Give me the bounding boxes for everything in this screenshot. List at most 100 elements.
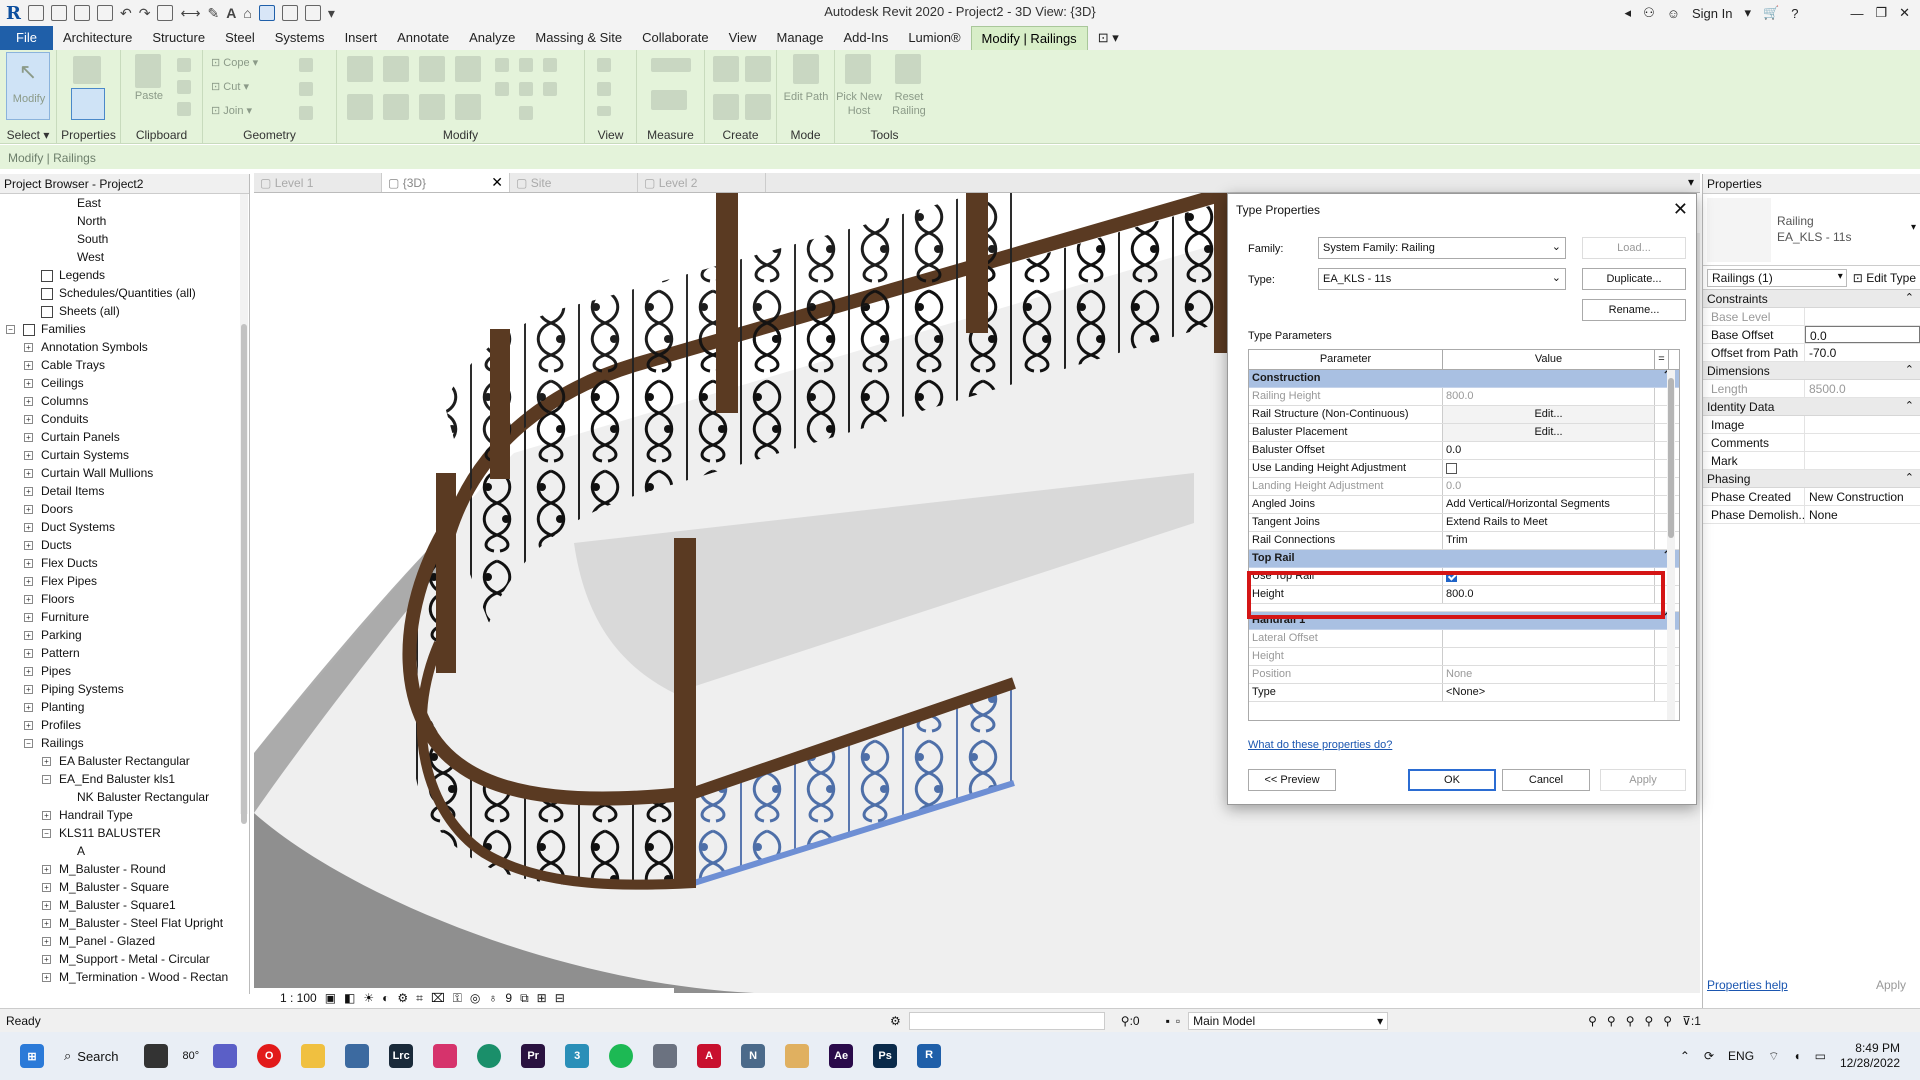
detail-level-icon[interactable]: ▣ [325, 991, 336, 1005]
select-by-face-icon[interactable]: ⚲ [1645, 1014, 1654, 1028]
duplicate-button[interactable]: Duplicate... [1582, 268, 1686, 290]
battery-icon[interactable]: ▭ [1815, 1049, 1826, 1063]
browser-item-families[interactable]: − Families [0, 320, 240, 338]
collapse-icon[interactable]: − [42, 829, 51, 839]
grid-section-construction[interactable]: Construction [1249, 370, 1679, 388]
browser-item-ceilings[interactable]: + Ceilings [0, 374, 240, 392]
edit-path-icon[interactable] [793, 54, 819, 84]
cope-button[interactable]: ⊡ Cope ▾ [211, 56, 281, 69]
tab-manage[interactable]: Manage [767, 26, 834, 50]
expand-icon[interactable]: + [24, 559, 33, 569]
contextual-tab-toggle-icon[interactable]: ⊡ ▾ [1088, 26, 1129, 50]
minimize-icon[interactable]: — [1850, 6, 1863, 21]
media-player-icon[interactable] [785, 1044, 810, 1068]
browser-item-ea-baluster-rectangular[interactable]: + EA Baluster Rectangular [0, 752, 240, 770]
clock[interactable]: 8:49 PM 12/28/2022 [1840, 1041, 1900, 1071]
property-row-image[interactable]: Image [1703, 416, 1920, 434]
create-group-icon[interactable] [713, 94, 739, 120]
split-gap-icon[interactable] [519, 58, 533, 72]
property-row-comments[interactable]: Comments [1703, 434, 1920, 452]
expand-icon[interactable]: + [42, 919, 51, 929]
expand-icon[interactable]: + [24, 631, 33, 641]
browser-item-cable-trays[interactable]: + Cable Trays [0, 356, 240, 374]
property-value[interactable]: -70.0 [1805, 344, 1920, 361]
select-underlay-icon[interactable]: ⚲ [1607, 1014, 1616, 1028]
apply-button[interactable]: Apply [1600, 769, 1686, 791]
expand-icon[interactable]: + [24, 541, 33, 551]
checkbox[interactable] [1446, 462, 1457, 474]
tab-architecture[interactable]: Architecture [53, 26, 142, 50]
grid-row-baluster-placement[interactable]: Baluster Placement Edit... [1249, 424, 1679, 442]
expand-icon[interactable]: + [24, 379, 33, 389]
view-scale[interactable]: 1 : 100 [280, 991, 317, 1005]
browser-item-west[interactable]: West [0, 248, 240, 266]
expand-icon[interactable]: + [24, 451, 33, 461]
highlight-displacement-icon[interactable]: ⊞ [537, 991, 547, 1005]
trim-extend-icon[interactable] [455, 94, 481, 120]
property-row-offset-from-path[interactable]: Offset from Path -70.0 [1703, 344, 1920, 362]
browser-item-floors[interactable]: + Floors [0, 590, 240, 608]
windows-start-icon[interactable]: ⊞ [20, 1044, 44, 1068]
browser-item-piping-systems[interactable]: + Piping Systems [0, 680, 240, 698]
parameter-value[interactable]: Trim [1443, 532, 1655, 549]
undo-icon[interactable]: ↶ [120, 5, 132, 22]
tab-collaborate[interactable]: Collaborate [632, 26, 719, 50]
view-tab-level-2[interactable]: ▢ Level 2 [638, 173, 766, 192]
dimension-icon[interactable] [651, 90, 687, 110]
copy-clipboard-icon[interactable] [177, 80, 191, 94]
join-button[interactable]: ⊡ Join ▾ [211, 104, 281, 117]
grid-scrollbar[interactable] [1667, 370, 1675, 720]
search-arrow-icon[interactable]: ◂ [1625, 5, 1632, 21]
open-icon[interactable] [50, 5, 67, 21]
rename-button[interactable]: Rename... [1582, 299, 1686, 321]
expand-icon[interactable]: + [42, 865, 51, 875]
select-links-icon[interactable]: ⚲ [1588, 1014, 1597, 1028]
revit-logo[interactable]: R [6, 3, 21, 24]
view-tab-level-1[interactable]: ▢ Level 1 [254, 173, 382, 192]
workset-select[interactable] [908, 1011, 1105, 1030]
print-icon[interactable] [157, 5, 174, 21]
tab-analyze[interactable]: Analyze [459, 26, 525, 50]
editable-only-icon[interactable]: ▪ [1166, 1014, 1170, 1028]
browser-item-sheets-all[interactable]: Sheets (all) [0, 302, 240, 320]
properties-section-constraints[interactable]: Constraints [1703, 290, 1920, 308]
property-row-base-level[interactable]: Base Level [1703, 308, 1920, 326]
parameter-value[interactable]: <None> [1443, 684, 1655, 701]
match-properties-icon[interactable] [177, 102, 191, 116]
sync-tray-icon[interactable]: ⟳ [1704, 1049, 1714, 1063]
close-window-icon[interactable]: ✕ [1899, 5, 1910, 21]
sun-path-icon[interactable]: ☀ [363, 991, 374, 1005]
scale-icon[interactable] [495, 82, 509, 96]
expand-icon[interactable]: + [42, 811, 51, 821]
parameter-value[interactable]: None [1443, 666, 1655, 683]
browser-item-annotation-symbols[interactable]: + Annotation Symbols [0, 338, 240, 356]
task-view-icon[interactable] [144, 1044, 169, 1068]
select-label[interactable]: Select ▾ [0, 128, 56, 142]
cancel-button[interactable]: Cancel [1502, 769, 1590, 791]
browser-item-m-baluster-square[interactable]: + M_Baluster - Square [0, 878, 240, 896]
customize-qat-icon[interactable]: ▾ [328, 5, 335, 22]
expand-icon[interactable]: + [42, 883, 51, 893]
geometry-tool-icon[interactable] [299, 58, 313, 72]
expand-icon[interactable]: + [24, 667, 33, 677]
reset-railing-button[interactable]: Reset Railing [887, 90, 931, 118]
expand-icon[interactable]: + [42, 937, 51, 947]
create-similar-icon[interactable] [745, 94, 771, 120]
3ds-max-icon[interactable]: 3 [565, 1044, 590, 1068]
filter-icon[interactable]: ⊽:1 [1682, 1014, 1701, 1028]
ok-button[interactable]: OK [1408, 769, 1496, 791]
expand-icon[interactable]: + [24, 433, 33, 443]
collapse-icon[interactable]: − [24, 739, 33, 749]
browser-item-handrail-type[interactable]: + Handrail Type [0, 806, 240, 824]
browser-item-profiles[interactable]: + Profiles [0, 716, 240, 734]
browser-item-flex-ducts[interactable]: + Flex Ducts [0, 554, 240, 572]
tab-steel[interactable]: Steel [215, 26, 265, 50]
paint-icon[interactable] [299, 82, 313, 96]
browser-item-m-baluster-round[interactable]: + M_Baluster - Round [0, 860, 240, 878]
expand-icon[interactable]: + [42, 757, 51, 767]
browser-item-m-termination-wood-rectan[interactable]: + M_Termination - Wood - Rectan [0, 968, 240, 986]
design-options-icon[interactable]: ▫ [1176, 1014, 1180, 1028]
parameter-value[interactable]: 0.0 [1443, 442, 1655, 459]
edit-button[interactable]: Edit... [1443, 424, 1655, 441]
browser-item-doors[interactable]: + Doors [0, 500, 240, 518]
